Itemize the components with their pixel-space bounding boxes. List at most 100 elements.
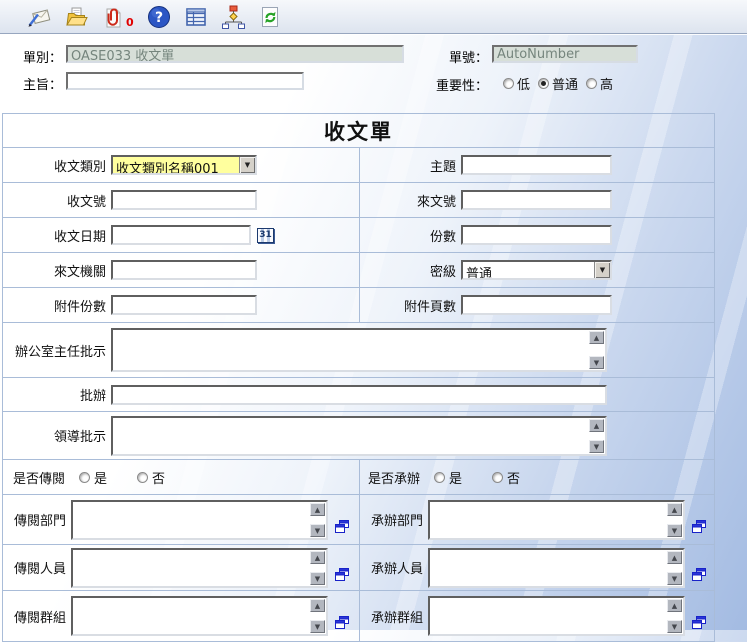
assign-field[interactable] — [111, 385, 607, 405]
receive-category-dropdown-button[interactable]: ▼ — [239, 157, 255, 173]
copies-field[interactable] — [461, 225, 612, 245]
undertake-person-field[interactable]: ▲ ▼ — [428, 548, 685, 588]
scroll-down-button[interactable]: ▼ — [310, 524, 325, 537]
scroll-up-button[interactable]: ▲ — [667, 551, 682, 564]
circulate-person-label: 傳閱人員 — [3, 558, 71, 577]
send-mail-icon[interactable] — [27, 5, 51, 29]
attachment-copies-field[interactable] — [111, 295, 257, 315]
refresh-icon[interactable] — [258, 5, 282, 29]
undertake-person-picker-icon[interactable] — [692, 568, 707, 586]
importance-high-radio[interactable] — [586, 78, 597, 89]
scroll-down-button[interactable]: ▼ — [589, 356, 604, 369]
doc-no-field[interactable] — [492, 45, 638, 63]
circulate-dept-field[interactable]: ▲ ▼ — [71, 500, 328, 540]
attachment-pages-label: 附件頁數 — [360, 296, 461, 315]
circulate-no-radio[interactable] — [137, 472, 148, 483]
undertake-group-field[interactable]: ▲ ▼ — [428, 596, 685, 636]
receive-category-value: 收文類別名稱001 — [113, 157, 239, 173]
incoming-no-label: 來文號 — [360, 191, 461, 210]
leader-comment-field[interactable]: ▲ ▼ — [111, 416, 607, 456]
open-folder-icon[interactable] — [64, 5, 88, 29]
scroll-up-button[interactable]: ▲ — [310, 503, 325, 516]
undertake-person-label: 承辦人員 — [360, 558, 428, 577]
security-level-value: 普通 — [463, 262, 594, 278]
scroll-down-button[interactable]: ▼ — [667, 524, 682, 537]
circulate-dept-label: 傳閱部門 — [3, 510, 71, 529]
circulate-dept-picker-icon[interactable] — [335, 520, 350, 538]
scroll-down-button[interactable]: ▼ — [667, 572, 682, 585]
importance-radio-group: 低 普通 高 — [503, 74, 621, 93]
document-header: 單別： 單號： 主旨： 重要性： 低 普通 高 — [0, 34, 747, 113]
circulate-person-picker-icon[interactable] — [335, 568, 350, 586]
topic-field[interactable] — [461, 155, 612, 175]
importance-low-radio[interactable] — [503, 78, 514, 89]
form-title-row: 收文單 — [3, 114, 714, 148]
svg-text:?: ? — [155, 10, 163, 26]
undertake-question-label: 是否承辦 — [368, 468, 420, 487]
circulate-question-label: 是否傳閱 — [13, 468, 65, 487]
attachment-copies-label: 附件份數 — [3, 296, 111, 315]
scroll-up-button[interactable]: ▲ — [589, 331, 604, 344]
receive-no-label: 收文號 — [3, 191, 111, 210]
scroll-up-button[interactable]: ▲ — [667, 503, 682, 516]
leader-comment-label: 領導批示 — [3, 426, 111, 445]
scroll-up-button[interactable]: ▲ — [589, 419, 604, 432]
attachment-pages-field[interactable] — [461, 295, 612, 315]
circulate-group-picker-icon[interactable] — [335, 616, 350, 634]
receive-no-field[interactable] — [111, 190, 257, 210]
undertake-group-picker-icon[interactable] — [692, 616, 707, 634]
undertake-yes-radio[interactable] — [434, 472, 445, 483]
undertake-yes-label: 是 — [449, 468, 462, 487]
security-level-dropdown-button[interactable]: ▼ — [594, 262, 610, 278]
importance-normal-label: 普通 — [552, 74, 578, 93]
scroll-up-button[interactable]: ▲ — [310, 551, 325, 564]
topic-label: 主題 — [360, 156, 461, 175]
doc-no-label: 單號： — [410, 47, 488, 66]
attachment-count-badge: 0 — [126, 16, 134, 29]
subject-label: 主旨： — [0, 74, 62, 93]
receive-document-form: 收文單 收文類別 收文類別名稱001 ▼ 主題 收文號 來文號 收文日期 31 — [2, 113, 715, 642]
scroll-down-button[interactable]: ▼ — [310, 572, 325, 585]
attachment-group: 0 — [101, 5, 134, 29]
circulate-group-label: 傳閱群組 — [3, 607, 71, 626]
importance-normal-radio[interactable] — [538, 78, 549, 89]
scroll-up-button[interactable]: ▲ — [310, 599, 325, 612]
scroll-up-button[interactable]: ▲ — [667, 599, 682, 612]
attachment-icon[interactable] — [101, 5, 125, 29]
subject-field[interactable] — [66, 72, 304, 90]
help-icon[interactable]: ? — [147, 5, 171, 29]
doc-type-label: 單別： — [0, 47, 62, 66]
receive-date-label: 收文日期 — [3, 226, 111, 245]
undertake-dept-field[interactable]: ▲ ▼ — [428, 500, 685, 540]
calendar-icon[interactable]: 31 — [257, 228, 274, 243]
incoming-org-label: 來文機關 — [3, 261, 111, 280]
undertake-dept-picker-icon[interactable] — [692, 520, 707, 538]
undertake-no-label: 否 — [507, 468, 520, 487]
assign-label: 批辦 — [3, 385, 111, 404]
undertake-no-radio[interactable] — [492, 472, 503, 483]
receive-date-field[interactable] — [111, 225, 251, 245]
circulate-person-field[interactable]: ▲ ▼ — [71, 548, 328, 588]
workflow-icon[interactable] — [221, 5, 245, 29]
undertake-dept-label: 承辦部門 — [360, 510, 428, 529]
importance-low-label: 低 — [517, 74, 530, 93]
director-comment-field[interactable]: ▲ ▼ — [111, 328, 607, 372]
scroll-down-button[interactable]: ▼ — [667, 620, 682, 633]
table-view-icon[interactable] — [184, 5, 208, 29]
incoming-org-field[interactable] — [111, 260, 257, 280]
copies-label: 份數 — [360, 226, 461, 245]
circulate-group-field[interactable]: ▲ ▼ — [71, 596, 328, 636]
doc-type-field[interactable] — [66, 45, 404, 63]
receive-category-label: 收文類別 — [3, 156, 111, 175]
security-level-label: 密級 — [360, 261, 461, 280]
form-title: 收文單 — [324, 116, 393, 146]
circulate-no-label: 否 — [152, 468, 165, 487]
scroll-down-button[interactable]: ▼ — [310, 620, 325, 633]
undertake-group-label: 承辦群組 — [360, 607, 428, 626]
circulate-yes-radio[interactable] — [79, 472, 90, 483]
importance-high-label: 高 — [600, 74, 613, 93]
security-level-dropdown[interactable]: 普通 ▼ — [461, 260, 612, 280]
receive-category-dropdown[interactable]: 收文類別名稱001 ▼ — [111, 155, 257, 175]
scroll-down-button[interactable]: ▼ — [589, 440, 604, 453]
incoming-no-field[interactable] — [461, 190, 612, 210]
